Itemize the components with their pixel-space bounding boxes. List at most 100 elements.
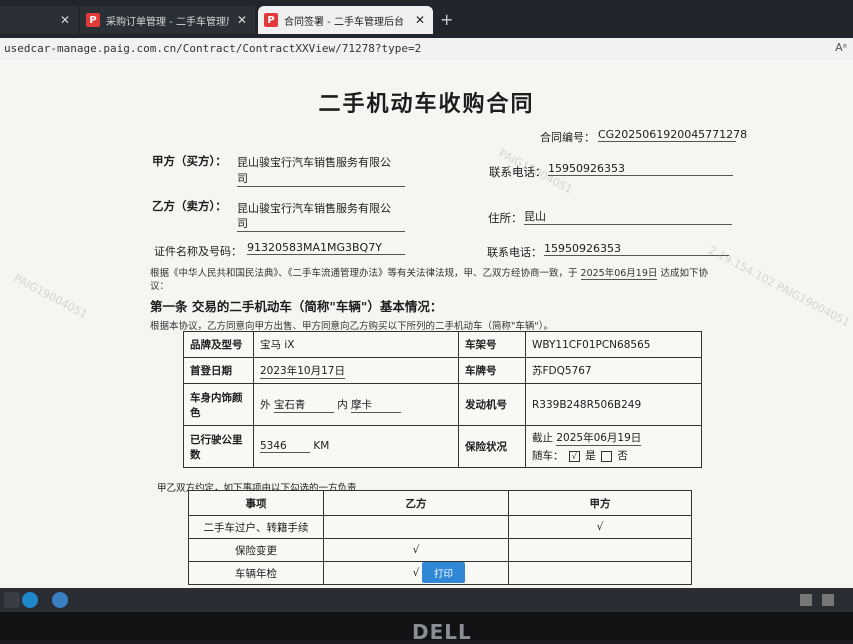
watermark-text: 2.19.154.102 PAIG19004051 [706, 243, 852, 330]
exterior-label: 外 [260, 398, 271, 411]
party-b-mark[interactable]: √ [323, 538, 509, 562]
browser-tab-bar: ✕ P 采购订单管理 - 二手车管理后台 ✕ P 合同签署 - 二手车管理后台 … [0, 0, 853, 38]
party-a-mark[interactable]: √ [508, 515, 692, 539]
table-header-row: 事项 乙方 甲方 [188, 490, 692, 516]
mileage-label: 已行驶公里数 [183, 425, 254, 468]
interior-color: 摩卡 [351, 397, 402, 413]
contract-number-label: 合同编号： [540, 131, 595, 144]
contract-title: 二手机动车收购合同 [318, 92, 535, 117]
intro-text: 根据《中华人民共和国民法典》、《二手车流通管理办法》等有关法律法规，甲、乙双方经… [150, 268, 578, 279]
section1-title: 第一条 交易的二手机动车（简称"车辆"）基本情况： [150, 299, 443, 314]
with-car-no-checkbox[interactable] [601, 450, 613, 462]
contract-page: PAIG190040S1 PAIG19004051 2.19.154.102 P… [0, 60, 853, 588]
table-row: 二手车过户、转籍手续 √ [188, 515, 692, 539]
no-label: 否 [617, 450, 628, 462]
print-button[interactable]: 打印 [422, 562, 465, 583]
watermark-text: PAIG19004051 [11, 271, 90, 322]
intro-date: 2025年06月19日 [580, 265, 658, 280]
mileage-value: 5346 [260, 440, 310, 453]
read-aloud-icon[interactable]: Aᵃ [835, 41, 847, 54]
party-b-label: 乙方（卖方）： [152, 199, 227, 213]
party-b-name-line2: 司 [237, 215, 405, 232]
insurance-label: 保险状况 [458, 425, 526, 468]
insurance-until-label: 截止 [532, 432, 553, 444]
color-cell: 外 宝石青 内 摩卡 [253, 383, 459, 426]
intro-text-line2: 议： [150, 281, 170, 292]
party-a-label: 甲方（买方）： [152, 154, 227, 168]
url-text[interactable]: usedcar-manage.paig.com.cn/Contract/Cont… [4, 42, 421, 55]
reg-date-label: 首登日期 [183, 357, 254, 384]
intro-paragraph: 根据《中华人民共和国民法典》、《二手车流通管理办法》等有关法律法规，甲、乙双方经… [150, 265, 708, 280]
address-bar[interactable]: usedcar-manage.paig.com.cn/Contract/Cont… [0, 38, 853, 61]
reg-date-value: 2023年10月17日 [260, 364, 345, 379]
table-row: 车身内饰颜色 外 宝石青 内 摩卡 发动机号 R339B248R506B249 [183, 383, 702, 426]
id-label: 证件名称及号码： [154, 245, 242, 258]
insurance-cell: 截止 2025年06月19日 随车： √ 是 否 [525, 425, 702, 468]
plate-value: 苏FDQ5767 [525, 357, 702, 384]
table-row: 品牌及型号 宝马 iX 车架号 WBY11CF01PCN68565 [183, 331, 702, 358]
interior-label: 内 [337, 398, 348, 411]
browser-tab-purchase-orders[interactable]: P 采购订单管理 - 二手车管理后台 ✕ [80, 6, 255, 34]
vin-value: WBY11CF01PCN68565 [525, 331, 702, 358]
id-value: 91320583MA1MG3BQ7Y [247, 241, 405, 255]
party-b-phone: 15950926353 [544, 242, 729, 256]
contract-number: CG2025061920045771278 [598, 128, 748, 142]
table-row: 已行驶公里数 5346 KM 保险状况 截止 2025年06月19日 随车： √… [183, 425, 702, 468]
party-b-phone-label: 联系电话： [487, 246, 542, 259]
color-label: 车身内饰颜色 [183, 383, 254, 426]
yes-label: 是 [585, 450, 596, 462]
party-b-address: 昆山 [524, 208, 732, 225]
edge-browser-icon[interactable] [22, 592, 38, 608]
intro-text-after: 达成如下协 [660, 268, 708, 279]
monitor-brand-logo: DELL [412, 620, 472, 644]
party-b-mark[interactable] [323, 515, 509, 539]
column-header: 事项 [188, 490, 324, 516]
new-tab-icon[interactable]: + [440, 10, 453, 29]
brand-label: 品牌及型号 [183, 331, 254, 358]
party-a-name-line1: 昆山骏宝行汽车销售服务有限公 [237, 156, 391, 169]
app-favicon-icon: P [86, 13, 100, 27]
browser-tab-contract-sign[interactable]: P 合同签署 - 二手车管理后台 ✕ [258, 6, 433, 34]
close-icon[interactable]: ✕ [60, 13, 70, 27]
party-b-name-line1: 昆山骏宝行汽车销售服务有限公 [237, 202, 391, 215]
reg-date-cell: 2023年10月17日 [253, 357, 459, 384]
party-a-mark[interactable] [508, 561, 692, 585]
item-cell: 二手车过户、转籍手续 [188, 515, 324, 539]
os-taskbar [0, 588, 853, 612]
with-car-label: 随车： [532, 450, 564, 462]
tab-label: 合同签署 - 二手车管理后台 [284, 16, 404, 28]
mileage-cell: 5346 KM [253, 425, 459, 468]
app-favicon-icon: P [264, 13, 278, 27]
party-b-mark[interactable]: √ [323, 561, 509, 585]
table-row: 保险变更 √ [188, 538, 692, 562]
party-b-address-label: 住所： [488, 211, 523, 225]
close-icon[interactable]: ✕ [415, 13, 425, 27]
party-a-phone: 15950926353 [548, 162, 733, 176]
item-cell: 保险变更 [188, 538, 324, 562]
speaker-icon[interactable] [800, 594, 812, 606]
close-icon[interactable]: ✕ [237, 13, 247, 27]
mileage-unit: KM [313, 440, 330, 452]
browser-tab[interactable]: ✕ [0, 6, 78, 34]
with-car-yes-checkbox[interactable]: √ [568, 450, 580, 462]
vin-label: 车架号 [458, 331, 526, 358]
vehicle-info-table: 品牌及型号 宝马 iX 车架号 WBY11CF01PCN68565 首登日期 2… [183, 331, 702, 468]
app-icon[interactable] [52, 592, 68, 608]
item-cell: 车辆年检 [188, 561, 324, 585]
table-row: 首登日期 2023年10月17日 车牌号 苏FDQ5767 [183, 357, 702, 384]
party-a-name-line2: 司 [237, 170, 405, 187]
tab-label: 采购订单管理 - 二手车管理后台 [106, 16, 229, 28]
section1-description: 根据本协议，乙方同意向甲方出售、甲方同意向乙方购买以下所列的二手机动车（简称"车… [150, 321, 553, 332]
engine-label: 发动机号 [458, 383, 526, 426]
column-header: 乙方 [323, 490, 509, 516]
column-header: 甲方 [508, 490, 692, 516]
plate-label: 车牌号 [458, 357, 526, 384]
insurance-until-date: 2025年06月19日 [556, 432, 642, 446]
exterior-color: 宝石青 [273, 397, 334, 413]
start-icon[interactable] [4, 592, 20, 608]
party-a-phone-label: 联系电话： [489, 165, 547, 179]
engine-value: R339B248R506B249 [525, 383, 702, 426]
network-icon[interactable] [822, 594, 834, 606]
party-a-mark[interactable] [508, 538, 692, 562]
brand-value: 宝马 iX [253, 331, 459, 358]
